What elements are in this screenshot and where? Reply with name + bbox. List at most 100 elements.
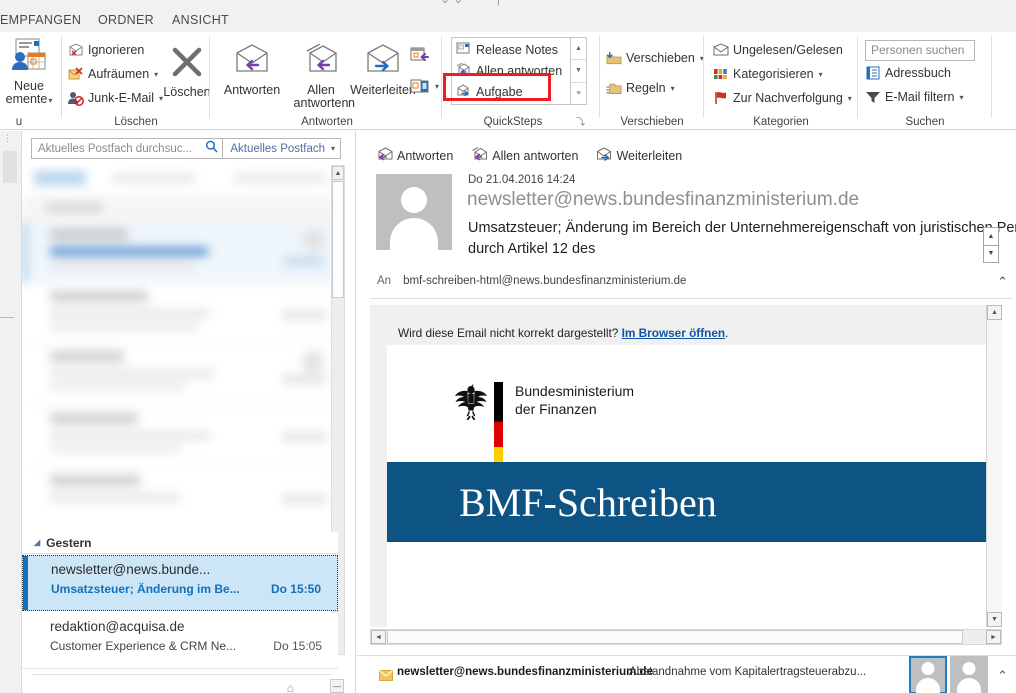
body-hscroll-thumb[interactable] — [387, 630, 963, 644]
unread-read-icon — [713, 42, 729, 58]
list-bottom-collapse-button[interactable]: — — [330, 679, 344, 693]
cleanup-label: Aufräumen — [88, 67, 150, 81]
reply-all-icon — [471, 147, 488, 164]
address-book-icon — [865, 65, 881, 81]
recipients-value[interactable]: bmf-schreiben-html@news.bundesfinanzmini… — [403, 275, 686, 287]
filter-email-button[interactable]: E-Mail filtern ▾ — [865, 89, 963, 105]
delete-button[interactable]: Löschen — [158, 46, 216, 99]
followup-button[interactable]: Zur Nachverfolgung ▾ — [713, 90, 852, 106]
person-thumb-head — [962, 662, 976, 675]
move-icon — [606, 50, 622, 66]
chevron-down-icon[interactable]: ▾ — [48, 96, 52, 105]
chevron-down-icon[interactable]: ▾ — [819, 70, 823, 79]
chevron-down-icon[interactable]: ▾ — [435, 82, 439, 91]
tab-ordner[interactable]: ORDNER — [98, 13, 154, 27]
avatar-body — [390, 218, 438, 250]
title-bar-clipped: ⌄ ⌄ ⌃ | — [0, 0, 1016, 10]
folder-pane-collapsed[interactable]: ⋮ — [0, 131, 22, 693]
rules-button[interactable]: Regeln ▾ — [606, 80, 675, 96]
federal-eagle-icon — [454, 382, 488, 422]
open-in-browser-link[interactable]: Im Browser öffnen — [622, 326, 726, 340]
body-vertical-scrollbar[interactable]: ▲ ▼ — [986, 305, 1002, 627]
search-icon[interactable] — [205, 140, 218, 158]
ribbon-group-suchen: Personen suchen Adressbuch E-Mail filter… — [858, 32, 992, 130]
im-reply-button[interactable]: ▾ — [410, 78, 439, 94]
person-thumb-2[interactable] — [950, 656, 988, 693]
reply-all-button[interactable]: Allen antworten — [292, 43, 350, 110]
new-items-button[interactable]: Neue emente▾ — [0, 38, 62, 108]
search-scope-dropdown[interactable]: Aktuelles Postfach ▾ — [223, 138, 341, 159]
rules-label: Regeln — [626, 81, 666, 95]
people-pane-expand-chevron-icon[interactable]: ⌃ — [997, 668, 1008, 684]
message-nav-spinner[interactable]: ▲ ▼ — [983, 227, 999, 263]
people-search-input[interactable]: Personen suchen — [865, 40, 975, 61]
move-button[interactable]: Verschieben ▾ — [606, 50, 704, 66]
message-body: Wird diese Email nicht korrekt dargestel… — [370, 305, 1002, 627]
collapse-triangle-icon[interactable]: ◢ — [34, 538, 40, 547]
tab-ansicht[interactable]: ANSICHT — [172, 13, 229, 27]
quicksteps-scroll-up[interactable]: ▲ — [571, 38, 586, 61]
message-list-scroll-thumb[interactable] — [332, 181, 344, 298]
folder-pane-divider — [0, 317, 14, 318]
quicksteps-gallery[interactable]: Release Notes Allen antworten Aufgabe ▲ … — [451, 37, 587, 105]
list-item[interactable]: redaktion@acquisa.de Customer Experience… — [22, 613, 338, 669]
search-placeholder: Aktuelles Postfach durchsuc... — [38, 142, 193, 155]
quicksteps-dialog-launcher[interactable]: ⤵ — [576, 117, 586, 127]
address-book-button[interactable]: Adressbuch — [865, 65, 951, 81]
quicksteps-scroll-down[interactable]: ▼ — [571, 60, 586, 83]
ignore-icon — [68, 42, 84, 58]
quicksteps-scrollbar[interactable]: ▲ ▼ ≡ — [570, 38, 586, 104]
message-group-header-label: Gestern — [46, 535, 92, 550]
list-item-date: Do 15:05 — [273, 639, 322, 653]
categorize-button[interactable]: Kategorisieren ▾ — [713, 66, 823, 82]
quickstep-reply-all[interactable]: Allen antworten — [452, 60, 586, 81]
person-thumb-1[interactable] — [909, 656, 947, 693]
body-scroll-right[interactable]: ► — [986, 630, 1001, 644]
message-list-scroll-up[interactable]: ▲ — [332, 166, 344, 180]
quickstep-aufgabe[interactable]: Aufgabe — [452, 81, 586, 102]
note-icon — [456, 42, 471, 58]
reading-pane-forward-button[interactable]: Weiterleiten — [596, 147, 682, 164]
list-bottom-divider — [32, 674, 331, 675]
message-nav-up[interactable]: ▲ — [984, 228, 998, 246]
chevron-down-icon[interactable]: ▾ — [671, 84, 675, 93]
body-scroll-up[interactable]: ▲ — [987, 305, 1002, 320]
ribbon-tab-bar: EMPFANGEN ORDNER ANSICHT — [0, 10, 1016, 32]
title-ghost-glyphs: ⌄ ⌄ ⌃ | — [440, 0, 500, 6]
body-scroll-down[interactable]: ▼ — [987, 612, 1002, 627]
body-horizontal-scrollbar[interactable]: ◄ ► — [370, 629, 1002, 645]
search-scope-label: Aktuelles Postfach — [230, 142, 325, 155]
list-item[interactable]: newsletter@news.bunde... Umsatzsteuer; Ä… — [22, 555, 338, 611]
list-item-from: newsletter@news.bunde... — [51, 562, 211, 577]
meeting-reply-button[interactable] — [410, 46, 430, 62]
cleanup-button[interactable]: Aufräumen ▾ — [68, 66, 158, 82]
tab-empfangen[interactable]: EMPFANGEN — [0, 13, 81, 27]
people-pane-thumbs — [909, 656, 988, 693]
unread-read-button[interactable]: Ungelesen/Gelesen — [713, 42, 843, 58]
body-scroll-left[interactable]: ◄ — [371, 630, 386, 644]
bmf-schreiben-banner-text: BMF-Schreiben — [459, 479, 717, 525]
bmf-schreiben-banner: BMF-Schreiben — [387, 462, 997, 542]
people-pane-subject: Abstandnahme vom Kapitalertragsteuerabzu… — [629, 666, 867, 678]
reading-pane-reply-all-button[interactable]: Allen antworten — [471, 147, 578, 164]
chevron-down-icon[interactable]: ▾ — [848, 94, 852, 103]
forward-button[interactable]: Weiterleiten n — [346, 44, 420, 110]
message-nav-down[interactable]: ▼ — [984, 246, 998, 263]
quicksteps-scroll-more[interactable]: ≡ — [571, 83, 586, 104]
message-sender[interactable]: newsletter@news.bundesfinanzministerium.… — [467, 189, 859, 211]
reading-pane-reply-button[interactable]: Antworten — [377, 147, 453, 164]
folder-pane-scroll-thumb[interactable] — [3, 151, 17, 183]
search-input[interactable]: Aktuelles Postfach durchsuc... — [31, 138, 224, 159]
reply-button[interactable]: Antworten — [216, 44, 288, 97]
avatar-head — [401, 187, 427, 213]
address-book-label: Adressbuch — [885, 66, 952, 80]
header-collapse-chevron-icon[interactable]: ⌃ — [997, 274, 1008, 290]
reading-pane-reply-all-label: Allen antworten — [492, 148, 579, 163]
cleanup-icon — [68, 66, 84, 82]
message-group-header-gestern[interactable]: ◢ Gestern — [22, 532, 338, 554]
quickstep-release-notes[interactable]: Release Notes — [452, 39, 586, 60]
junk-mail-button[interactable]: Junk-E-Mail ▾ — [68, 90, 163, 106]
chevron-down-icon[interactable]: ▾ — [959, 93, 963, 102]
ignore-button[interactable]: Ignorieren — [68, 42, 144, 58]
message-list-blurred-region[interactable] — [22, 165, 338, 521]
